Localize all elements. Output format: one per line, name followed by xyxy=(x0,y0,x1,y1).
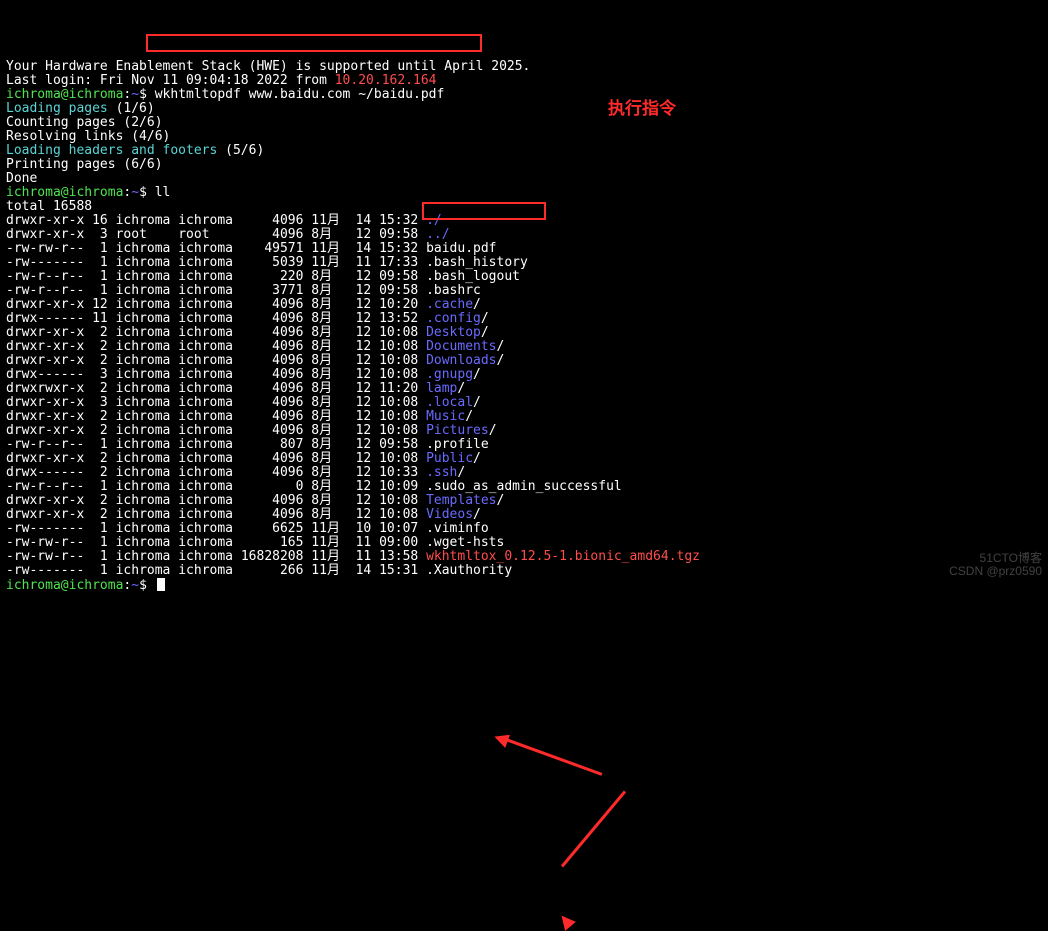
output-line: ichroma@ichroma:~$ ll xyxy=(6,186,1042,200)
output-line: Resolving links (4/6) xyxy=(6,130,1042,144)
output-line: -rw-rw-r-- 1 ichroma ichroma 165 11月 11 … xyxy=(6,536,1042,550)
output-line: drwxr-xr-x 16 ichroma ichroma 4096 11月 1… xyxy=(6,214,1042,228)
output-line: drwxr-xr-x 12 ichroma ichroma 4096 8月 12… xyxy=(6,298,1042,312)
output-line: drwxr-xr-x 2 ichroma ichroma 4096 8月 12 … xyxy=(6,424,1042,438)
output-line: -rw------- 1 ichroma ichroma 5039 11月 11… xyxy=(6,256,1042,270)
output-line: -rw------- 1 ichroma ichroma 6625 11月 10… xyxy=(6,522,1042,536)
output-line: -rw-rw-r-- 1 ichroma ichroma 49571 11月 1… xyxy=(6,242,1042,256)
output-line: drwxr-xr-x 2 ichroma ichroma 4096 8月 12 … xyxy=(6,354,1042,368)
annotation-label: 执行指令 xyxy=(608,102,676,116)
output-line: Last login: Fri Nov 11 09:04:18 2022 fro… xyxy=(6,74,1042,88)
output-line: -rw-r--r-- 1 ichroma ichroma 807 8月 12 0… xyxy=(6,438,1042,452)
output-line: -rw-r--r-- 1 ichroma ichroma 3771 8月 12 … xyxy=(6,284,1042,298)
output-line: drwxr-xr-x 2 ichroma ichroma 4096 8月 12 … xyxy=(6,452,1042,466)
output-line: drwxr-xr-x 2 ichroma ichroma 4096 8月 12 … xyxy=(6,340,1042,354)
output-line: ichroma@ichroma:~$ wkhtmltopdf www.baidu… xyxy=(6,88,1042,102)
output-line: Done xyxy=(6,172,1042,186)
output-line: drwxr-xr-x 2 ichroma ichroma 4096 8月 12 … xyxy=(6,410,1042,424)
highlight-box-command xyxy=(146,34,482,52)
terminal-output[interactable]: Your Hardware Enablement Stack (HWE) is … xyxy=(6,60,1042,592)
output-line: Counting pages (2/6) xyxy=(6,116,1042,130)
output-line: Your Hardware Enablement Stack (HWE) is … xyxy=(6,60,1042,74)
output-line: drwx------ 11 ichroma ichroma 4096 8月 12… xyxy=(6,312,1042,326)
output-line: drwxrwxr-x 2 ichroma ichroma 4096 8月 12 … xyxy=(6,382,1042,396)
output-line: drwxr-xr-x 2 ichroma ichroma 4096 8月 12 … xyxy=(6,326,1042,340)
output-line: drwx------ 2 ichroma ichroma 4096 8月 12 … xyxy=(6,466,1042,480)
prompt-line[interactable]: ichroma@ichroma:~$ xyxy=(6,578,1042,592)
watermark: 51CTO博客CSDN @prz0590 xyxy=(949,552,1042,578)
output-line: drwxr-xr-x 2 ichroma ichroma 4096 8月 12 … xyxy=(6,508,1042,522)
output-line: total 16588 xyxy=(6,200,1042,214)
output-line: -rw------- 1 ichroma ichroma 266 11月 14 … xyxy=(6,564,1042,578)
output-line: -rw-r--r-- 1 ichroma ichroma 0 8月 12 10:… xyxy=(6,480,1042,494)
output-line: drwxr-xr-x 2 ichroma ichroma 4096 8月 12 … xyxy=(6,494,1042,508)
cursor xyxy=(157,578,165,591)
output-line: Printing pages (6/6) xyxy=(6,158,1042,172)
output-line: Loading headers and footers (5/6) xyxy=(6,144,1042,158)
arrow-2 xyxy=(6,704,22,746)
output-line: Loading pages (1/6) xyxy=(6,102,1042,116)
output-line: -rw-r--r-- 1 ichroma ichroma 220 8月 12 0… xyxy=(6,270,1042,284)
output-line: drwxr-xr-x 3 root root 4096 8月 12 09:58 … xyxy=(6,228,1042,242)
output-line: drwx------ 3 ichroma ichroma 4096 8月 12 … xyxy=(6,368,1042,382)
output-line: -rw-rw-r-- 1 ichroma ichroma 16828208 11… xyxy=(6,550,1042,564)
output-line: drwxr-xr-x 3 ichroma ichroma 4096 8月 12 … xyxy=(6,396,1042,410)
